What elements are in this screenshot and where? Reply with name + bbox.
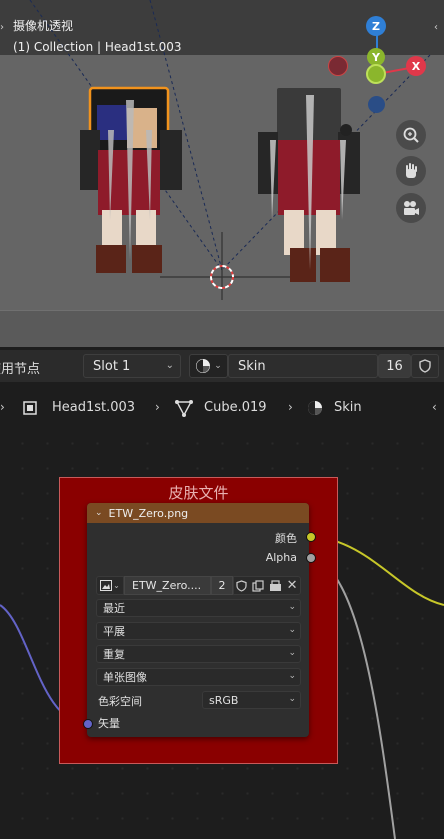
navigation-gizmo[interactable]: Z Y X (322, 12, 432, 122)
projection-dropdown[interactable]: 平展 ⌄ (96, 622, 301, 640)
extension-dropdown[interactable]: 重复 ⌄ (96, 645, 301, 663)
color-space-dropdown[interactable]: sRGB ⌄ (202, 691, 301, 709)
collapse-right-icon[interactable]: ‹ (432, 400, 437, 414)
collapse-right-icon[interactable]: ‹ (434, 22, 438, 33)
pack-image-icon[interactable] (269, 579, 282, 592)
source-value: 单张图像 (103, 671, 147, 684)
output-color-socket[interactable] (306, 532, 316, 542)
image-user-count[interactable]: 2 (211, 576, 233, 595)
image-selector: ⌄ ETW_Zero.... 2 ✕ (96, 576, 301, 595)
output-color-label: 颜色 (275, 532, 297, 545)
source-dropdown[interactable]: 单张图像 ⌄ (96, 668, 301, 686)
shield-icon[interactable] (236, 579, 247, 592)
duplicate-icon[interactable] (252, 579, 264, 592)
chevron-down-icon: ⌄ (288, 694, 296, 704)
gizmo-neg-z-axis[interactable] (368, 96, 385, 113)
collapse-left-icon[interactable]: › (0, 22, 4, 33)
extension-value: 重复 (103, 648, 125, 661)
gizmo-neg-y-axis[interactable] (366, 64, 386, 84)
slot-value: Slot 1 (93, 358, 131, 374)
node-header[interactable]: ⌄ ETW_Zero.png (87, 503, 309, 523)
frame-label: 皮肤文件 (168, 484, 229, 502)
output-alpha-label: Alpha (265, 551, 297, 564)
collapse-arrow-icon[interactable]: ⌄ (95, 508, 103, 518)
input-vector-label: 矢量 (98, 717, 120, 730)
chevron-down-icon: ⌄ (288, 602, 296, 612)
viewport-active-object: (1) Collection | Head1st.003 (13, 40, 182, 54)
input-vector-socket[interactable] (83, 719, 93, 729)
hand-pan-icon[interactable] (396, 156, 426, 186)
object-icon (23, 401, 37, 415)
gizmo-x-axis[interactable]: X (406, 56, 426, 76)
camera-icon[interactable] (396, 193, 426, 223)
image-name-field[interactable]: ETW_Zero.... (124, 576, 211, 595)
chevron-down-icon: ⌄ (165, 360, 174, 371)
shield-icon (419, 359, 431, 373)
material-sphere-icon (196, 359, 211, 373)
close-icon[interactable]: ✕ (287, 578, 298, 593)
interpolation-value: 最近 (103, 602, 125, 615)
interpolation-dropdown[interactable]: 最近 ⌄ (96, 599, 301, 617)
zoom-icon[interactable] (396, 120, 426, 150)
material-name-field[interactable]: Skin (228, 354, 378, 378)
material-browse-button[interactable]: ⌄ (189, 354, 228, 378)
color-space-label: 色彩空间 (98, 695, 142, 708)
image-actions: ✕ (233, 576, 301, 595)
node-title: ETW_Zero.png (108, 506, 189, 520)
projection-value: 平展 (103, 625, 125, 638)
breadcrumb-object[interactable]: Head1st.003 (52, 400, 135, 415)
breadcrumb: › Head1st.003 › Cube.019 › Skin ‹ (0, 393, 444, 423)
chevron-down-icon: ⌄ (214, 361, 222, 371)
chevron-down-icon: ⌄ (288, 625, 296, 635)
chevron-right-icon: › (288, 400, 293, 414)
gizmo-neg-x-axis[interactable] (328, 56, 348, 76)
material-sphere-icon (308, 401, 322, 415)
image-browse-button[interactable]: ⌄ (96, 576, 124, 595)
breadcrumb-mesh[interactable]: Cube.019 (204, 400, 267, 415)
material-user-count[interactable]: 16 (378, 354, 411, 378)
character-model-left (80, 86, 182, 273)
image-icon (100, 580, 113, 591)
chevron-right-icon: › (0, 400, 5, 414)
color-space-value: sRGB (209, 693, 239, 707)
chevron-right-icon: › (155, 400, 160, 414)
use-nodes-label[interactable]: 使用节点 (0, 358, 40, 377)
viewport-view-name: 摄像机透视 (13, 19, 74, 33)
mesh-icon (175, 400, 193, 417)
output-alpha-socket[interactable] (306, 553, 316, 563)
image-texture-node[interactable]: ⌄ ETW_Zero.png 颜色 Alpha ⌄ ETW_Zero.... 2… (87, 503, 309, 737)
3d-viewport[interactable]: 摄像机透视 (1) Collection | Head1st.003 › ‹ Z… (0, 0, 444, 347)
chevron-down-icon: ⌄ (288, 671, 296, 681)
chevron-down-icon: ⌄ (288, 648, 296, 658)
slot-dropdown[interactable]: Slot 1 ⌄ (83, 354, 181, 378)
gizmo-z-axis[interactable]: Z (366, 16, 386, 36)
fake-user-button[interactable] (411, 354, 439, 378)
material-header: 使用节点 Slot 1 ⌄ ⌄ Skin 16 (0, 350, 444, 382)
breadcrumb-material[interactable]: Skin (334, 400, 362, 415)
